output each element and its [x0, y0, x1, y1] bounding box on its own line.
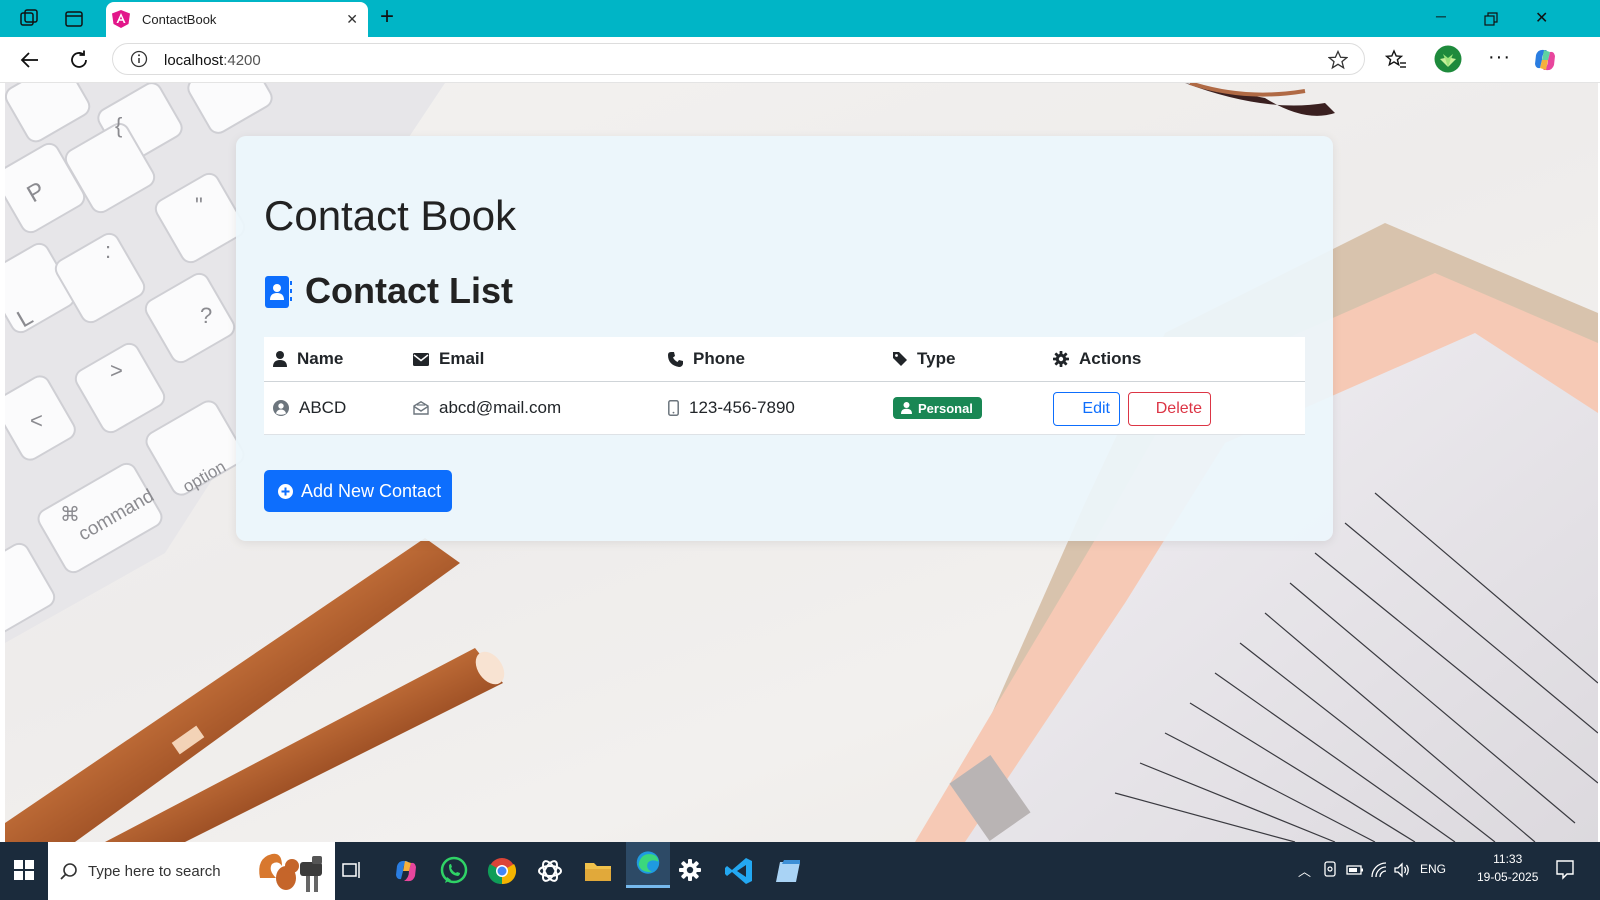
tag-icon [893, 352, 907, 366]
tab-close-icon[interactable]: ✕ [346, 11, 358, 28]
url-port: :4200 [223, 52, 261, 69]
contact-name-cell: ABCD [273, 382, 346, 434]
minimize-icon[interactable]: ─ [1436, 8, 1446, 24]
svg-text:": " [195, 193, 203, 218]
contact-type-badge: Personal [893, 397, 982, 419]
windows-start-icon[interactable] [14, 860, 34, 880]
contact-type: Personal [918, 400, 973, 416]
taskbar-copilot-icon[interactable] [389, 854, 423, 888]
refresh-icon[interactable] [68, 49, 90, 71]
settings-gear-icon[interactable] [679, 859, 701, 881]
contact-email-cell: abcd@mail.com [413, 382, 561, 434]
task-view-icon[interactable] [341, 859, 363, 881]
table-header-row: Name Email Phone Type Actions [264, 337, 1305, 382]
contact-email: abcd@mail.com [439, 398, 562, 417]
plus-circle-icon [278, 483, 293, 499]
show-hidden-icons-icon[interactable]: ︿ [1298, 861, 1311, 880]
restore-icon[interactable] [1484, 12, 1498, 26]
vscode-icon[interactable] [722, 854, 756, 888]
notifications-icon[interactable] [1554, 858, 1576, 880]
search-placeholder: Type here to search [88, 863, 221, 880]
edge-browser-icon[interactable] [626, 842, 670, 888]
contact-phone-cell: 123-456-7890 [668, 382, 795, 434]
contact-name: ABCD [299, 398, 347, 417]
column-label: Email [439, 349, 485, 368]
clock-date: 19-05-2025 [1477, 870, 1539, 884]
search-highlight-squirrel-icon [259, 853, 322, 892]
browser-tabstrip: ContactBook ✕ + ─ ✕ [0, 0, 1600, 37]
column-header-actions[interactable]: Actions [1053, 337, 1141, 381]
svg-text:{: { [115, 113, 122, 138]
svg-text:>: > [110, 358, 123, 383]
contacts-table: Name Email Phone Type Actions ABCD abcd@… [264, 337, 1305, 435]
add-new-contact-label: Add New Contact [301, 480, 442, 501]
tab-title: ContactBook [142, 12, 217, 27]
table-row: ABCD abcd@mail.com 123-456-7890 Personal… [264, 382, 1305, 435]
column-label: Actions [1079, 349, 1142, 368]
url-host: localhost [164, 52, 224, 69]
search-icon [60, 863, 77, 880]
language-indicator[interactable]: ENG [1420, 862, 1446, 876]
svg-text:?: ? [200, 303, 212, 328]
contact-type-cell: Personal [893, 382, 982, 434]
windows-taskbar: Type here to search ︿ ENG 11:33 19-05-20… [0, 842, 1600, 900]
profile-avatar-icon[interactable] [1434, 45, 1462, 73]
contact-book-card: Contact Book Contact List Name Email Pho… [236, 136, 1333, 541]
phone-icon [668, 351, 683, 367]
list-title: Contact List [305, 270, 514, 311]
whatsapp-icon[interactable] [437, 854, 471, 888]
favorite-star-icon[interactable] [1328, 50, 1348, 70]
app-title: Contact Book [264, 192, 517, 239]
taskbar-clock[interactable]: 11:33 19-05-2025 [1477, 850, 1538, 886]
window-close-icon[interactable]: ✕ [1535, 8, 1548, 28]
new-tab-icon[interactable]: + [380, 5, 394, 29]
settings-more-icon[interactable]: ··· [1488, 46, 1511, 69]
column-label: Name [297, 349, 344, 368]
address-url: localhost:4200 [164, 52, 261, 69]
add-new-contact-button[interactable]: Add New Contact [264, 470, 452, 512]
volume-icon[interactable] [1393, 861, 1411, 879]
battery-icon[interactable] [1346, 861, 1364, 879]
chrome-icon[interactable] [485, 854, 519, 888]
site-info-icon[interactable] [130, 50, 148, 68]
envelope-open-icon [413, 401, 429, 415]
angular-favicon-icon [112, 10, 130, 28]
address-book-icon [265, 276, 292, 308]
copilot-icon[interactable] [1532, 47, 1558, 73]
svg-text:<: < [30, 408, 43, 433]
address-bar[interactable]: localhost:4200 [112, 43, 1365, 75]
delete-contact-button[interactable]: Delete [1128, 392, 1211, 426]
envelope-icon [413, 352, 429, 366]
workspaces-icon[interactable] [18, 8, 40, 30]
page-viewport: P L command option { " : ? > < ⌘ Contact… [5, 83, 1598, 842]
user-icon [273, 351, 287, 367]
column-header-phone[interactable]: Phone [668, 337, 745, 381]
svg-text:⌘: ⌘ [60, 504, 80, 526]
back-icon[interactable] [19, 49, 41, 71]
column-header-name[interactable]: Name [273, 337, 343, 381]
user-icon [901, 402, 912, 414]
chatgpt-icon[interactable] [533, 854, 567, 888]
taskbar-search-box[interactable]: Type here to search [48, 842, 335, 900]
mobile-phone-icon [668, 400, 679, 416]
edit-contact-button[interactable]: Edit [1053, 392, 1120, 426]
user-circle-icon [273, 400, 289, 416]
clock-time: 11:33 [1493, 852, 1523, 866]
wifi-icon[interactable] [1370, 861, 1388, 879]
tab-actions-icon[interactable] [63, 8, 85, 30]
file-explorer-icon[interactable] [581, 854, 615, 888]
favorites-icon[interactable] [1385, 49, 1407, 71]
svg-text::: : [105, 238, 111, 263]
column-label: Phone [693, 349, 745, 368]
gear-icon [1053, 351, 1069, 367]
browser-tab-active[interactable]: ContactBook ✕ [106, 2, 368, 37]
contact-phone: 123-456-7890 [689, 398, 795, 417]
column-label: Type [917, 349, 956, 368]
column-header-email[interactable]: Email [413, 337, 484, 381]
column-header-type[interactable]: Type [893, 337, 955, 381]
notepad-icon[interactable] [772, 854, 806, 888]
device-icon[interactable] [1323, 861, 1337, 879]
browser-toolbar: localhost:4200 ··· [0, 37, 1600, 83]
